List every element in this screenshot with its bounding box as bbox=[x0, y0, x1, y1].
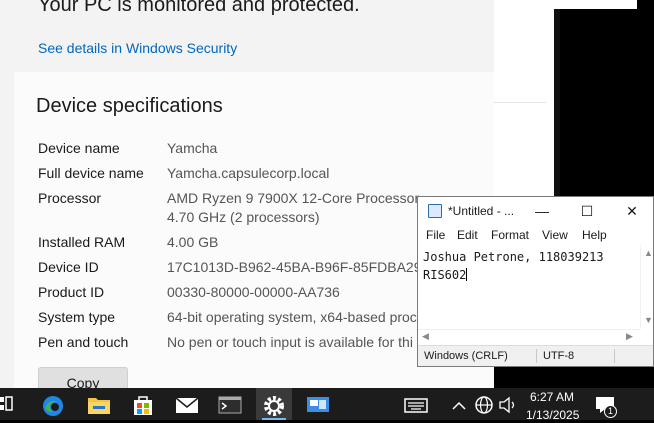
spec-value-full-device-name: Yamcha.capsulecorp.local bbox=[167, 165, 330, 181]
status-divider bbox=[536, 349, 537, 363]
taskview-icon[interactable] bbox=[0, 394, 14, 414]
status-divider bbox=[614, 349, 615, 363]
protection-status-text: Your PC is monitored and protected. bbox=[38, 0, 360, 16]
text-line-2: RIS602 bbox=[423, 266, 633, 284]
text-line-1: Joshua Petrone, 118039213 bbox=[423, 250, 604, 264]
background-divider bbox=[494, 102, 546, 103]
minimize-icon: — bbox=[535, 203, 549, 219]
spec-label-installed-ram: Installed RAM bbox=[38, 234, 126, 250]
maximize-icon: ☐ bbox=[580, 203, 594, 219]
spec-label-product-id: Product ID bbox=[38, 284, 105, 300]
notepad-title: *Untitled - ... bbox=[448, 204, 515, 218]
volume-icon[interactable] bbox=[497, 394, 521, 416]
spec-value-processor: AMD Ryzen 9 7900X 12-Core Processor bbox=[167, 190, 420, 206]
spec-value-device-name: Yamcha bbox=[167, 140, 218, 156]
scroll-right-icon[interactable]: ▶ bbox=[626, 331, 633, 342]
notepad-titlebar[interactable]: *Untitled - ... — ☐ ✕ bbox=[418, 197, 653, 225]
settings-icon[interactable] bbox=[262, 394, 286, 416]
menu-file[interactable]: File bbox=[426, 228, 445, 242]
windows-security-link[interactable]: See details in Windows Security bbox=[38, 40, 237, 56]
terminal-icon[interactable] bbox=[218, 394, 242, 416]
menu-help[interactable]: Help bbox=[582, 228, 607, 242]
device-specs-title: Device specifications bbox=[36, 95, 223, 117]
scroll-down-icon[interactable]: ▼ bbox=[644, 315, 653, 325]
edge-icon[interactable] bbox=[41, 394, 65, 416]
horizontal-scrollbar[interactable]: ◀ ▶ bbox=[418, 329, 640, 342]
background-window-border bbox=[554, 9, 560, 196]
network-icon[interactable] bbox=[473, 394, 497, 416]
notepad-statusbar: Windows (CRLF) UTF-8 bbox=[418, 345, 653, 366]
menu-format[interactable]: Format bbox=[491, 228, 529, 242]
menu-edit[interactable]: Edit bbox=[457, 228, 478, 242]
file-explorer-icon[interactable] bbox=[87, 394, 111, 416]
spec-value-processor-speed: 4.70 GHz (2 processors) bbox=[167, 209, 320, 225]
status-line-ending: Windows (CRLF) bbox=[424, 350, 508, 362]
chevron-up-icon[interactable] bbox=[450, 394, 474, 416]
mail-icon[interactable] bbox=[175, 394, 199, 416]
taskbar: 6:27 AM 1/13/2025 1 bbox=[0, 388, 654, 422]
notepad-text-area[interactable]: Joshua Petrone, 118039213 RIS602 bbox=[418, 245, 638, 329]
notepad-icon bbox=[428, 204, 442, 218]
text-line-2-content: RIS602 bbox=[423, 268, 467, 282]
spec-label-device-name: Device name bbox=[38, 140, 120, 156]
background-window-top bbox=[494, 0, 637, 9]
remote-desktop-icon[interactable] bbox=[306, 394, 330, 416]
notepad-menubar: File Edit Format View Help bbox=[418, 225, 653, 245]
spec-label-full-device-name: Full device name bbox=[38, 165, 144, 181]
menu-view[interactable]: View bbox=[542, 228, 568, 242]
maximize-button[interactable]: ☐ bbox=[565, 199, 609, 223]
close-icon: ✕ bbox=[626, 203, 638, 219]
scroll-left-icon[interactable]: ◀ bbox=[422, 331, 429, 342]
clock-time[interactable]: 6:27 AM bbox=[530, 390, 574, 404]
spec-label-processor: Processor bbox=[38, 190, 102, 206]
notepad-window[interactable]: *Untitled - ... — ☐ ✕ File Edit Format V… bbox=[417, 196, 654, 367]
spec-value-product-id: 00330-80000-00000-AA736 bbox=[167, 284, 340, 300]
spec-value-system-type: 64-bit operating system, x64-based proc bbox=[167, 309, 417, 325]
keyboard-icon[interactable] bbox=[404, 394, 428, 416]
spec-value-pen-touch: No pen or touch input is available for t… bbox=[167, 334, 413, 350]
spec-label-system-type: System type bbox=[38, 309, 116, 325]
spec-label-pen-touch: Pen and touch bbox=[38, 334, 129, 350]
status-encoding: UTF-8 bbox=[543, 350, 575, 362]
copy-button[interactable]: Copy bbox=[38, 367, 128, 388]
spec-value-installed-ram: 4.00 GB bbox=[167, 234, 219, 250]
spec-label-device-id: Device ID bbox=[38, 259, 99, 275]
vertical-scrollbar[interactable]: ▲ ▼ bbox=[640, 245, 653, 329]
text-cursor bbox=[466, 268, 468, 281]
scroll-up-icon[interactable]: ▲ bbox=[644, 248, 653, 258]
minimize-button[interactable]: — bbox=[520, 199, 564, 223]
close-button[interactable]: ✕ bbox=[610, 199, 654, 223]
store-icon[interactable] bbox=[131, 394, 155, 416]
spec-value-device-id: 17C1013D-B962-45BA-B96F-85FDBA29ED bbox=[167, 259, 441, 275]
notification-badge: 1 bbox=[604, 405, 617, 418]
